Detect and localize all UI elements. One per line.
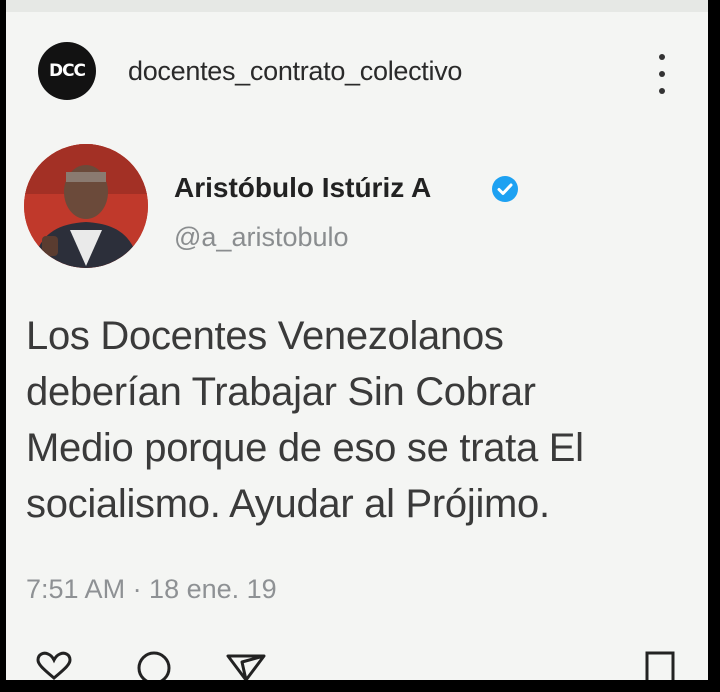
profile-username[interactable]: docentes_contrato_colectivo (128, 56, 462, 87)
tweet-handle: @a_aristobulo (174, 222, 349, 252)
kebab-menu-icon[interactable] (650, 50, 674, 98)
instagram-post: DCC docentes_contrato_colectivo Aristóbu… (6, 0, 708, 680)
status-strip (6, 0, 708, 12)
tweet-text-line: Medio porque de eso se trata El (26, 426, 584, 470)
tweet-text-line: Los Docentes Venezolanos (26, 314, 504, 358)
tweet-author-avatar (24, 144, 148, 268)
tweet-text-line: deberían Trabajar Sin Cobrar (26, 370, 536, 414)
comment-icon[interactable] (134, 650, 174, 680)
screen-bottom-edge (0, 680, 720, 692)
avatar-logo-text: DCC (48, 61, 86, 81)
send-icon[interactable] (224, 650, 268, 680)
profile-avatar[interactable]: DCC (38, 42, 96, 100)
post-header: DCC docentes_contrato_colectivo (6, 12, 708, 122)
verified-badge-icon (490, 174, 520, 204)
post-actions (6, 650, 708, 680)
bookmark-icon[interactable] (642, 650, 678, 680)
tweet-text: Los Docentes Venezolanos deberían Trabaj… (26, 308, 708, 532)
tweet-text-line: socialismo. Ayudar al Prójimo. (26, 482, 550, 526)
tweet-display-name: Aristóbulo Istúriz A (174, 172, 432, 203)
tweet-timestamp: 7:51 AM · 18 ene. 19 (26, 574, 277, 604)
heart-icon[interactable] (34, 650, 74, 680)
